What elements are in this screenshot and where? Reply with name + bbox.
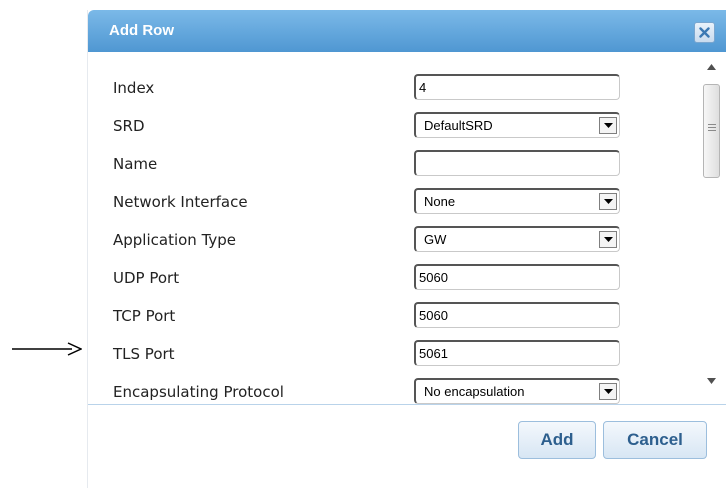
chevron-down-icon: [604, 123, 613, 128]
application-type-select[interactable]: GW: [414, 226, 620, 252]
row-name: Name: [88, 149, 688, 187]
dropdown-button[interactable]: [599, 383, 617, 400]
close-icon: [699, 27, 710, 38]
application-type-value: GW: [424, 232, 447, 247]
label-application-type: Application Type: [113, 231, 237, 249]
dialog-title: Add Row: [109, 22, 174, 39]
dialog-title-bar: Add Row: [88, 10, 726, 52]
srd-value: DefaultSRD: [424, 118, 493, 133]
label-tcp-port: TCP Port: [113, 307, 176, 325]
vertical-scrollbar[interactable]: [698, 52, 726, 402]
dropdown-button[interactable]: [599, 231, 617, 248]
scroll-up-icon[interactable]: [707, 64, 716, 70]
row-tls-port: TLS Port 5061: [88, 339, 688, 377]
tcp-port-input[interactable]: 5060: [414, 302, 620, 328]
add-row-dialog: Add Row Index 4 SRD DefaultSRD Name Netw…: [88, 10, 726, 488]
chevron-down-icon: [604, 237, 613, 242]
grip-line: [708, 127, 716, 128]
index-input[interactable]: 4: [414, 74, 620, 100]
grip-line: [708, 130, 716, 131]
row-index: Index 4: [88, 73, 688, 111]
network-interface-select[interactable]: None: [414, 188, 620, 214]
scrollbar-thumb[interactable]: [703, 84, 720, 178]
cancel-button[interactable]: Cancel: [603, 421, 707, 459]
srd-select[interactable]: DefaultSRD: [414, 112, 620, 138]
scroll-down-icon[interactable]: [707, 378, 716, 384]
dropdown-button[interactable]: [599, 117, 617, 134]
label-network-interface: Network Interface: [113, 193, 248, 211]
label-encapsulating-protocol: Encapsulating Protocol: [113, 383, 284, 401]
dialog-footer: Add Cancel: [88, 405, 726, 488]
tls-port-input[interactable]: 5061: [414, 340, 620, 366]
encapsulating-protocol-value: No encapsulation: [424, 384, 525, 399]
label-udp-port: UDP Port: [113, 269, 180, 287]
label-index: Index: [113, 79, 155, 97]
form-area: Index 4 SRD DefaultSRD Name Network Inte…: [88, 52, 726, 404]
dropdown-button[interactable]: [599, 193, 617, 210]
network-interface-value: None: [424, 194, 456, 209]
add-button[interactable]: Add: [518, 421, 596, 459]
encapsulating-protocol-select[interactable]: No encapsulation: [414, 378, 620, 404]
udp-port-input[interactable]: 5060: [414, 264, 620, 290]
label-srd: SRD: [113, 117, 145, 135]
row-network-interface: Network Interface None: [88, 187, 688, 225]
label-name: Name: [113, 155, 158, 173]
row-encapsulating-protocol: Encapsulating Protocol No encapsulation: [88, 377, 688, 404]
row-srd: SRD DefaultSRD: [88, 111, 688, 149]
row-application-type: Application Type GW: [88, 225, 688, 263]
chevron-down-icon: [604, 389, 613, 394]
row-udp-port: UDP Port 5060: [88, 263, 688, 301]
row-tcp-port: TCP Port 5060: [88, 301, 688, 339]
name-input[interactable]: [414, 150, 620, 176]
arrow-right-icon: [12, 342, 82, 356]
label-tls-port: TLS Port: [113, 345, 175, 363]
chevron-down-icon: [604, 199, 613, 204]
grip-line: [708, 124, 716, 125]
close-button[interactable]: [694, 22, 715, 43]
